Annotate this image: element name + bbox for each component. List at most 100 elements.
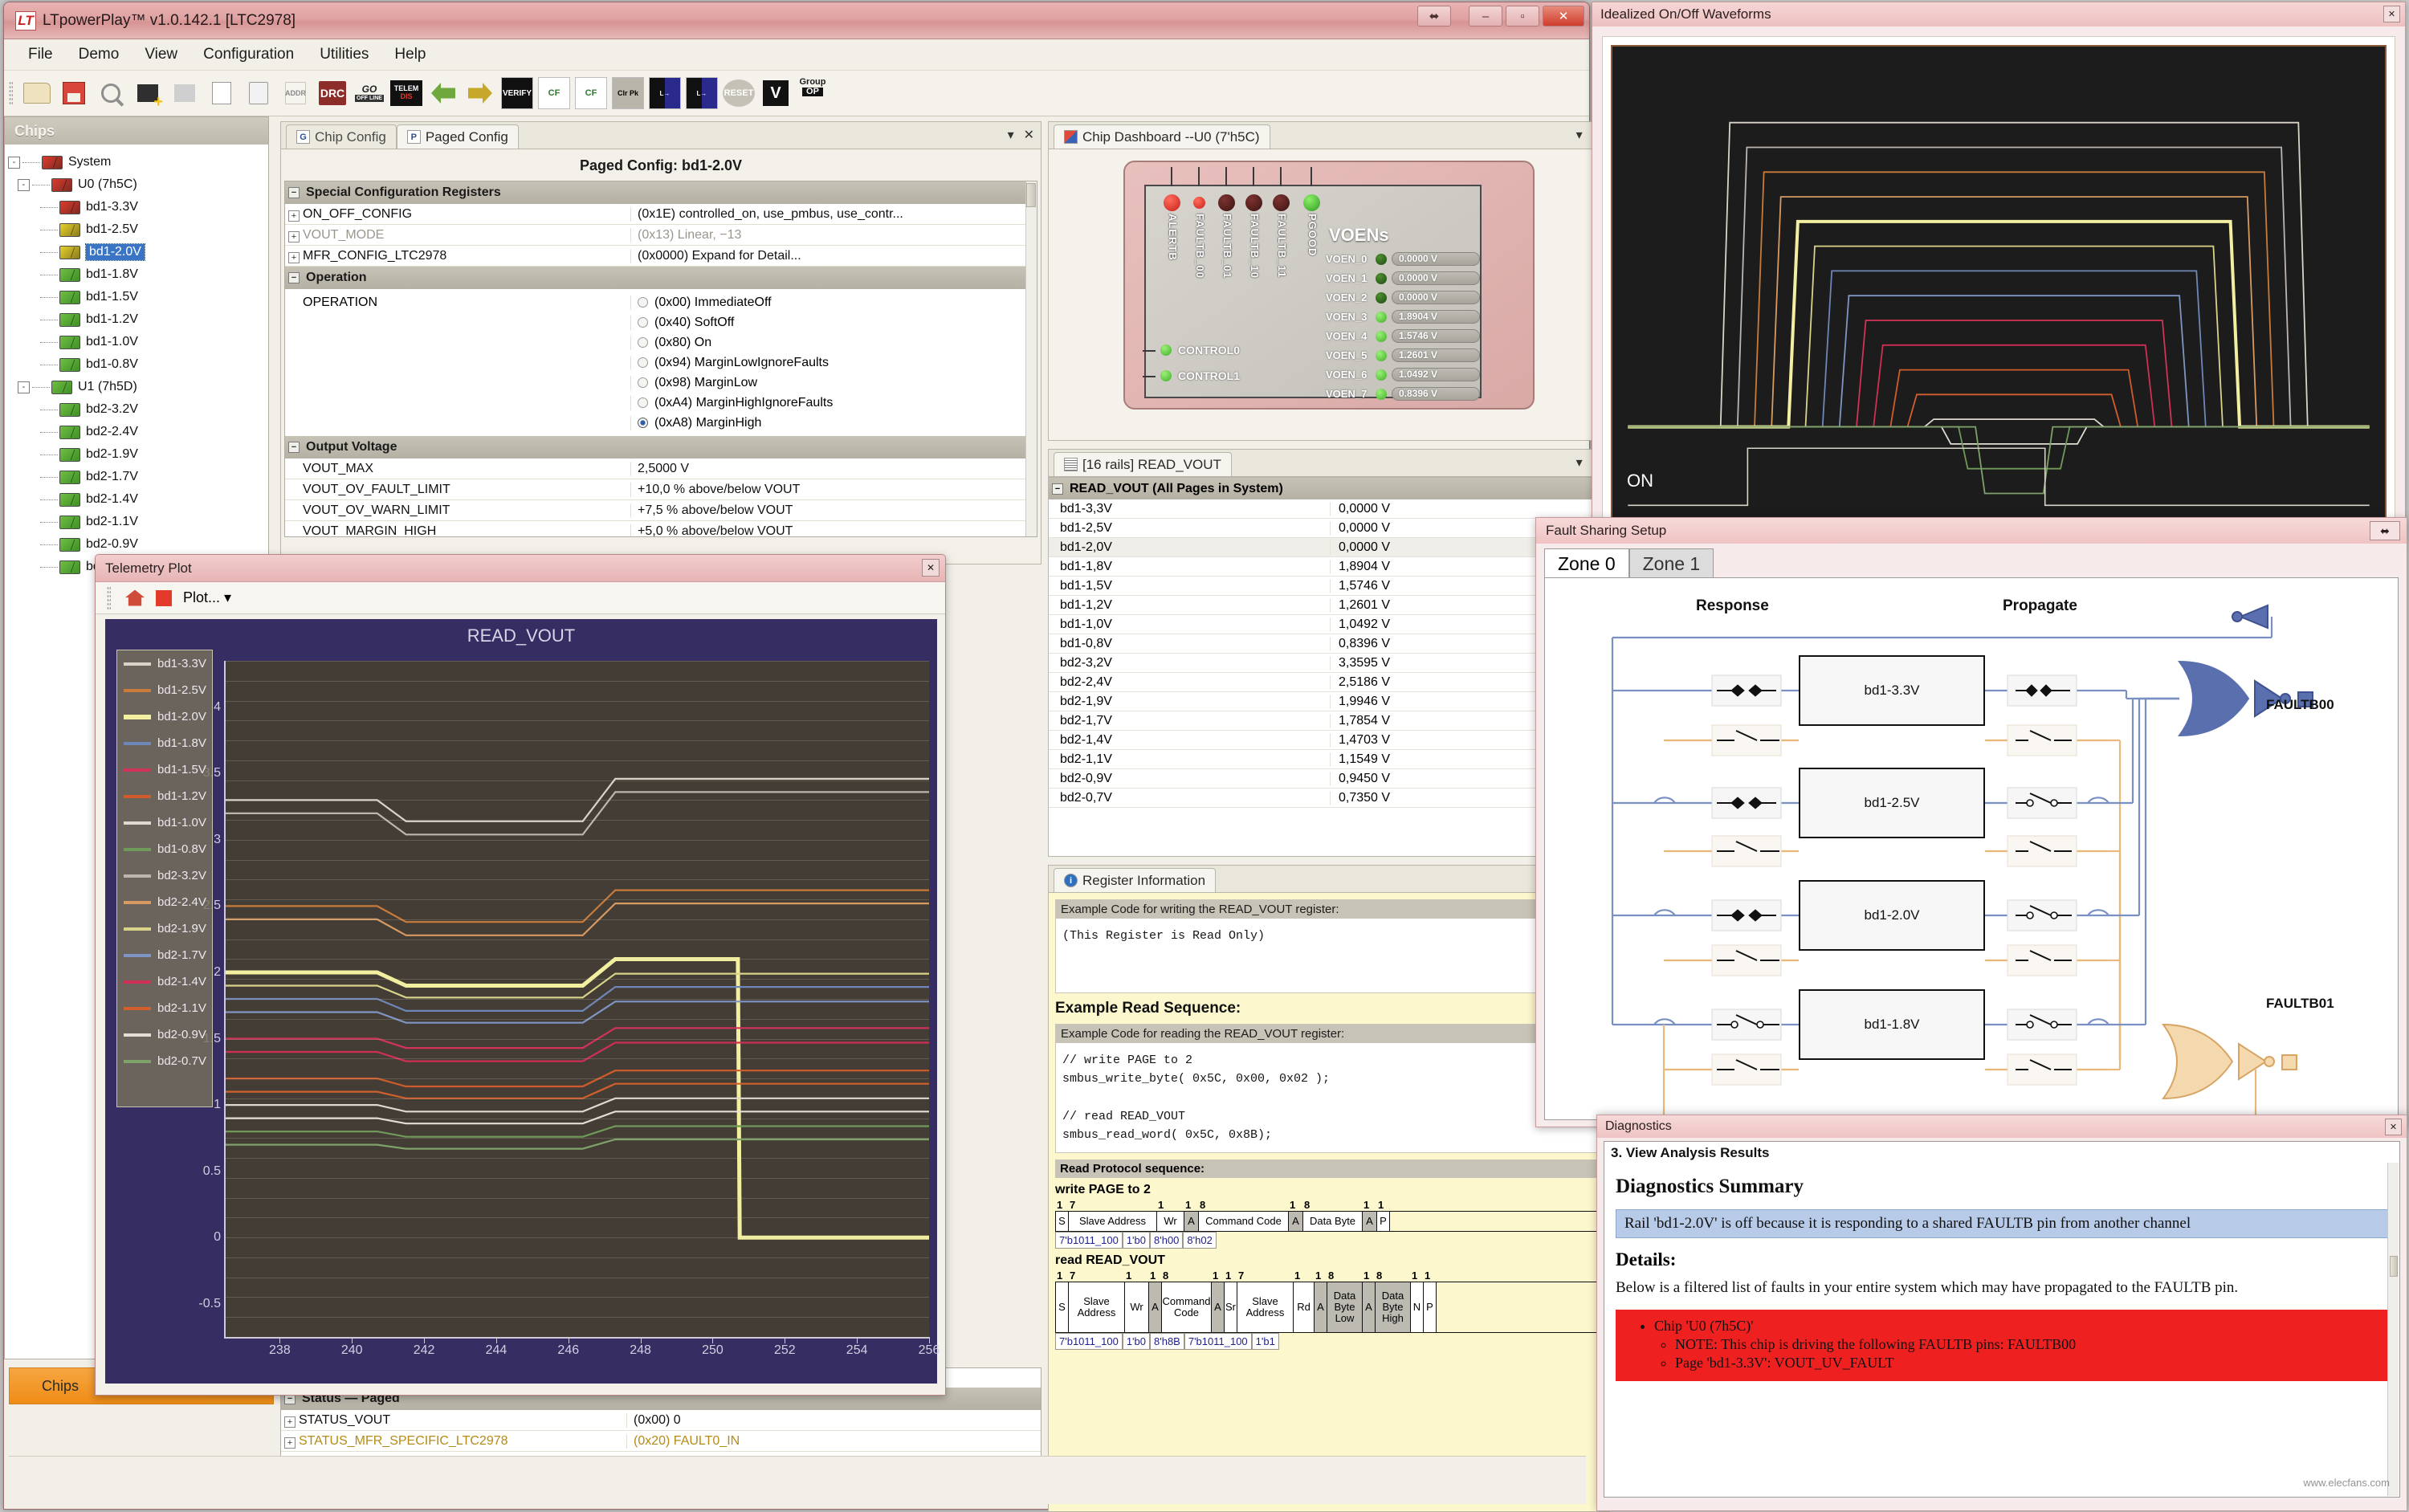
read-vout-row-bd2-1,4V[interactable]: bd2-1,4V 1,4703 V	[1049, 731, 1609, 750]
chip-tree-item-bd2-2.4V[interactable]: bd2-2.4V	[8, 421, 265, 443]
fault-sharing-diagram[interactable]: Response Propagate bd1-3.3V bd1-2.5V bd1…	[1544, 577, 2399, 1120]
chevron-down-icon[interactable]: ▾	[1576, 127, 1583, 143]
remove-chip-icon[interactable]	[169, 76, 201, 110]
chip-tree-item-bd2-1.7V[interactable]: bd2-1.7V	[8, 466, 265, 488]
cf-read-icon[interactable]: CF	[538, 76, 570, 110]
operation-option-4[interactable]: (0x98) MarginLow	[285, 373, 1037, 393]
operation-option-3[interactable]: (0x94) MarginLowIgnoreFaults	[285, 353, 1037, 373]
legend-item-bd2-0.9V[interactable]: bd2-0.9V	[117, 1021, 212, 1048]
tab-paged-config[interactable]: P Paged Config	[396, 124, 519, 149]
chip-tree-item-bd2-1.1V[interactable]: bd2-1.1V	[8, 511, 265, 533]
read-vout-row-bd1-3,3V[interactable]: bd1-3,3V 0,0000 V	[1049, 499, 1609, 519]
chip-tree-item-bd1-2.0V[interactable]: bd1-2.0V	[8, 241, 265, 263]
chip-tree-item-bd1-1.2V[interactable]: bd1-1.2V	[8, 308, 265, 331]
collapse-icon[interactable]: −	[1052, 483, 1063, 495]
legend-item-bd2-3.2V[interactable]: bd2-3.2V	[117, 862, 212, 889]
chip-tree-item-bd1-3.3V[interactable]: bd1-3.3V	[8, 196, 265, 218]
menu-item-utilities[interactable]: Utilities	[307, 42, 381, 67]
v-icon[interactable]: V	[760, 76, 792, 110]
read-vout-row-bd2-3,2V[interactable]: bd2-3,2V 3,3595 V	[1049, 654, 1609, 673]
legend-item-bd1-0.8V[interactable]: bd1-0.8V	[117, 836, 212, 862]
operation-option-6[interactable]: (0xA8) MarginHigh	[285, 413, 1037, 433]
diagnostics-scrollbar[interactable]	[2387, 1163, 2399, 1496]
radio-button[interactable]	[638, 337, 648, 348]
reset-icon[interactable]: RESET	[723, 76, 755, 110]
legend-item-bd1-1.2V[interactable]: bd1-1.2V	[117, 783, 212, 809]
read-vout-row-bd1-1,8V[interactable]: bd1-1,8V 1,8904 V	[1049, 557, 1609, 577]
rail-box-bd1-1.8V[interactable]: bd1-1.8V	[1799, 989, 1985, 1060]
close-icon[interactable]: ✕	[2385, 1119, 2402, 1135]
read-vout-row-bd2-1,9V[interactable]: bd2-1,9V 1,9946 V	[1049, 692, 1609, 711]
legend-item-bd1-2.0V[interactable]: bd1-2.0V	[117, 703, 212, 730]
save-icon[interactable]	[58, 76, 90, 110]
resize-icon[interactable]: ⬌	[2370, 521, 2400, 540]
collapse-icon[interactable]: −	[288, 272, 300, 283]
close-icon[interactable]: ✕	[1024, 127, 1034, 143]
config-row-VOUT_MARGIN_HIGH[interactable]: VOUT_MARGIN_HIGH +5,0 % above/below VOUT	[285, 521, 1037, 536]
chip-tree-item-bd1-1.5V[interactable]: bd1-1.5V	[8, 286, 265, 308]
address-icon[interactable]: ADDR	[279, 76, 312, 110]
config-row-VOUT_OV_WARN_LIMIT[interactable]: VOUT_OV_WARN_LIMIT +7,5 % above/below VOU…	[285, 500, 1037, 521]
tab-chip-config[interactable]: G Chip Config	[286, 124, 397, 149]
legend-item-bd2-1.9V[interactable]: bd2-1.9V	[117, 915, 212, 942]
paged-config-scrollbar[interactable]	[1025, 181, 1037, 536]
radio-button[interactable]	[638, 418, 648, 428]
menu-item-file[interactable]: File	[15, 42, 66, 67]
minimize-button[interactable]: –	[1469, 6, 1502, 26]
read-vout-row-bd2-1,1V[interactable]: bd2-1,1V 1,1549 V	[1049, 750, 1609, 769]
chart-legend[interactable]: bd1-3.3V bd1-2.5V bd1-2.0V bd1-1.8V bd1-1.5V…	[116, 650, 213, 1107]
tab-zone-1[interactable]: Zone 1	[1628, 548, 1714, 579]
add-chip-icon[interactable]	[132, 76, 164, 110]
chip-tree-item-bd1-1.8V[interactable]: bd1-1.8V	[8, 263, 265, 286]
legend-item-bd2-1.7V[interactable]: bd2-1.7V	[117, 942, 212, 968]
legend-item-bd2-2.4V[interactable]: bd2-2.4V	[117, 889, 212, 915]
tree-expander[interactable]: -	[18, 178, 30, 191]
write-to-chip-icon[interactable]	[464, 76, 496, 110]
read-vout-row-bd2-0,7V[interactable]: bd2-0,7V 0,7350 V	[1049, 789, 1609, 808]
search-icon[interactable]	[95, 76, 127, 110]
legend-item-bd1-3.3V[interactable]: bd1-3.3V	[117, 650, 212, 677]
chart-plot-region[interactable]: 43.532.521.510.50-0.52382402422442462482…	[198, 661, 940, 1357]
chip-tree-item-bd2-1.4V[interactable]: bd2-1.4V	[8, 488, 265, 511]
menu-item-view[interactable]: View	[132, 42, 190, 67]
tree-expander[interactable]: -	[18, 381, 30, 393]
close-button[interactable]: ✕	[1543, 6, 1584, 26]
rail-box-bd1-2.5V[interactable]: bd1-2.5V	[1799, 768, 1985, 838]
read-from-chip-icon[interactable]	[427, 76, 459, 110]
config-row-VOUT_MODE[interactable]: + VOUT_MODE (0x13) Linear, −13	[285, 225, 1037, 246]
chip-tree-item-System[interactable]: - System	[8, 151, 265, 173]
radio-button[interactable]	[638, 357, 648, 368]
tree-expander[interactable]: -	[8, 156, 20, 169]
chip-tree-item-U0--7h5C-[interactable]: - U0 (7h5C)	[8, 173, 265, 196]
stop-icon[interactable]	[156, 589, 172, 606]
open-file-icon[interactable]	[21, 76, 53, 110]
clear-peaks-icon[interactable]: Clr Pk	[612, 76, 644, 110]
chip-tree-item-bd2-0.9V[interactable]: bd2-0.9V	[8, 533, 265, 556]
collapse-icon[interactable]: −	[288, 442, 300, 453]
tab-chip-dashboard[interactable]: Chip Dashboard --U0 (7'h5C)	[1054, 124, 1270, 149]
expand-icon[interactable]: +	[284, 1437, 296, 1449]
radio-button[interactable]	[638, 297, 648, 308]
read-vout-rows[interactable]: bd1-3,3V 0,0000 Vbd1-2,5V 0,0000 Vbd1-2,0V…	[1049, 499, 1609, 808]
chip-tree-item-bd1-0.8V[interactable]: bd1-0.8V	[8, 353, 265, 376]
cf-write-icon[interactable]: CF	[575, 76, 607, 110]
paged-config-grid[interactable]: − Special Configuration Registers + ON_OFF_…	[284, 181, 1037, 537]
expand-icon[interactable]: +	[288, 210, 300, 222]
telemetry-close-icon[interactable]: ✕	[922, 559, 940, 577]
translate-icon-2[interactable]: L→	[686, 76, 718, 110]
scroll-thumb[interactable]	[1026, 183, 1036, 207]
read-vout-row-bd1-0,8V[interactable]: bd1-0,8V 0,8396 V	[1049, 634, 1609, 654]
scroll-thumb[interactable]	[2390, 1256, 2398, 1278]
tab-read-vout[interactable]: [16 rails] READ_VOUT	[1054, 452, 1232, 476]
read-vout-row-bd2-0,9V[interactable]: bd2-0,9V 0,9450 V	[1049, 769, 1609, 789]
telemetry-disable-icon[interactable]: TELEM DIS	[390, 76, 422, 110]
operation-option-0[interactable]: OPERATION (0x00) ImmediateOff	[285, 292, 1037, 312]
config-group-output-voltage[interactable]: − Output Voltage	[285, 436, 1037, 458]
rail-box-bd1-3.3V[interactable]: bd1-3.3V	[1799, 655, 1985, 726]
legend-item-bd2-0.7V[interactable]: bd2-0.7V	[117, 1048, 212, 1074]
read-vout-row-bd1-2,5V[interactable]: bd1-2,5V 0,0000 V	[1049, 519, 1609, 538]
operation-option-2[interactable]: (0x80) On	[285, 332, 1037, 353]
tab-zone-0[interactable]: Zone 0	[1544, 548, 1629, 579]
read-vout-row-bd2-1,7V[interactable]: bd2-1,7V 1,7854 V	[1049, 711, 1609, 731]
chip-tree-item-bd2-3.2V[interactable]: bd2-3.2V	[8, 398, 265, 421]
